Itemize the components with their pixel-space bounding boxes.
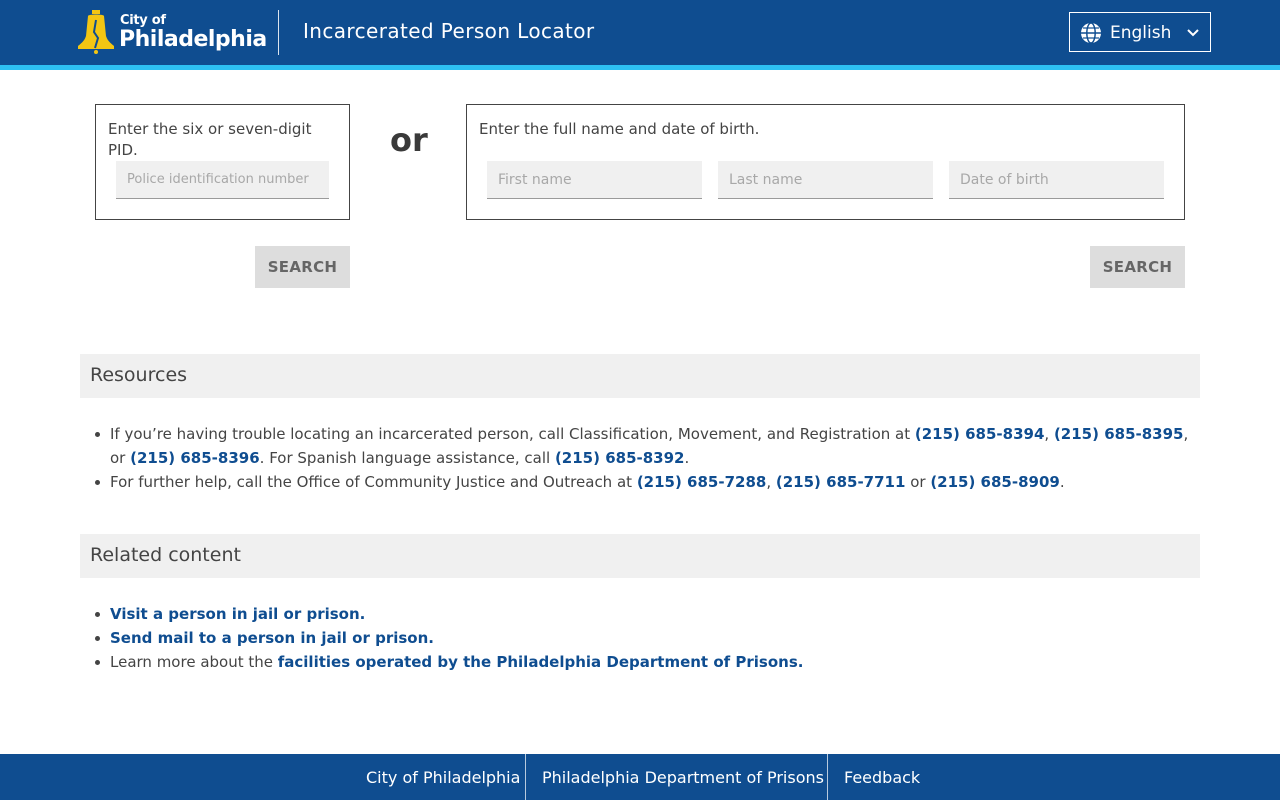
phone-link[interactable]: (215) 685-7288: [637, 473, 767, 491]
list-item: Learn more about the facilities operated…: [95, 650, 1190, 674]
globe-icon: [1081, 22, 1101, 44]
pid-search-button[interactable]: SEARCH: [255, 246, 350, 288]
resources-heading: Resources: [90, 364, 188, 386]
related-text: Learn more about the: [110, 653, 278, 671]
first-name-input[interactable]: [487, 161, 702, 199]
chevron-down-icon: [1187, 29, 1199, 37]
pid-input[interactable]: [116, 161, 329, 199]
related-list: Visit a person in jail or prison. Send m…: [95, 602, 1190, 674]
footer-prisons-link[interactable]: Philadelphia Department of Prisons: [542, 768, 824, 787]
resource-text: . For Spanish language assistance, call: [259, 449, 555, 467]
phone-link[interactable]: (215) 685-8395: [1054, 425, 1184, 443]
phone-link[interactable]: (215) 685-7711: [776, 473, 906, 491]
language-label: English: [1110, 23, 1172, 43]
resource-text: If you’re having trouble locating an inc…: [110, 425, 915, 443]
resources-heading-bar: Resources: [80, 354, 1200, 398]
name-search-button[interactable]: SEARCH: [1090, 246, 1185, 288]
logo-text-small: City of: [120, 13, 166, 28]
name-search-panel: Enter the full name and date of birth.: [466, 104, 1185, 220]
list-item: Send mail to a person in jail or prison.: [95, 626, 1190, 650]
visit-link[interactable]: Visit a person in jail or prison.: [110, 605, 365, 623]
footer-feedback-link[interactable]: Feedback: [844, 768, 920, 787]
facilities-link[interactable]: facilities operated by the Philadelphia …: [278, 653, 804, 671]
site-header: City of Philadelphia Incarcerated Person…: [0, 0, 1280, 65]
phone-link[interactable]: (215) 685-8396: [130, 449, 260, 467]
pid-search-panel: Enter the six or seven-digit PID.: [95, 104, 350, 220]
resource-text: .: [1059, 473, 1065, 491]
pid-prompt: Enter the six or seven-digit PID.: [108, 120, 312, 159]
city-logo[interactable]: City of Philadelphia: [76, 6, 267, 58]
footer-divider: [827, 754, 828, 800]
phone-link[interactable]: (215) 685-8392: [555, 449, 685, 467]
footer-city-link[interactable]: City of Philadelphia: [366, 768, 520, 787]
separator-text: or: [905, 473, 931, 491]
related-heading-bar: Related content: [80, 534, 1200, 578]
name-prompt: Enter the full name and date of birth.: [479, 120, 760, 138]
list-item: Visit a person in jail or prison.: [95, 602, 1190, 626]
phone-link[interactable]: (215) 685-8394: [915, 425, 1045, 443]
site-footer: City of Philadelphia Philadelphia Depart…: [0, 754, 1280, 800]
separator-text: ,: [766, 473, 776, 491]
related-heading: Related content: [90, 544, 241, 566]
header-divider: [278, 10, 279, 55]
language-select[interactable]: English: [1069, 12, 1211, 52]
list-item: If you’re having trouble locating an inc…: [95, 422, 1190, 470]
header-accent-stripe: [0, 65, 1280, 70]
resource-text: For further help, call the Office of Com…: [110, 473, 637, 491]
phone-link[interactable]: (215) 685-8909: [930, 473, 1060, 491]
send-mail-link[interactable]: Send mail to a person in jail or prison.: [110, 629, 434, 647]
resource-text: .: [684, 449, 690, 467]
list-item: For further help, call the Office of Com…: [95, 470, 1190, 494]
date-of-birth-input[interactable]: [949, 161, 1164, 199]
logo-text-big: Philadelphia: [119, 27, 267, 52]
resources-list: If you’re having trouble locating an inc…: [95, 422, 1190, 494]
footer-divider: [525, 754, 526, 800]
liberty-bell-icon: [78, 10, 114, 54]
app-title: Incarcerated Person Locator: [303, 19, 595, 43]
separator-text: ,: [1044, 425, 1054, 443]
or-separator: or: [390, 121, 428, 159]
last-name-input[interactable]: [718, 161, 933, 199]
